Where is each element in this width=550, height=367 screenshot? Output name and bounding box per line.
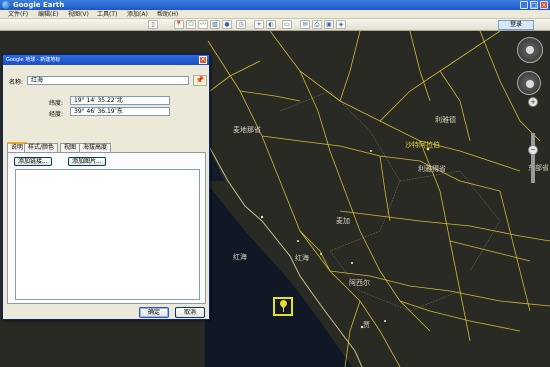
zoom-slider[interactable] (531, 133, 535, 183)
ruler-icon[interactable]: ▭ (282, 20, 292, 29)
zoom-in-button[interactable]: + (528, 97, 538, 107)
planet-icon[interactable]: ◐ (266, 20, 276, 29)
latitude-input[interactable]: 19° 14′ 35.22″北 (70, 96, 170, 105)
toolbar: ▯ 📍 ⬠ 〰 ▧ ● ◷ ☀ ◐ ▭ ✉ ⎙ ▣ ◈ 登录 (0, 19, 550, 31)
maximize-button[interactable]: □ (530, 1, 538, 9)
sun-icon[interactable]: ☀ (254, 20, 264, 29)
zoom-out-button[interactable]: − (528, 145, 538, 155)
map-label-riyadh: 利雅德 (435, 116, 456, 124)
name-label: 名称: (9, 79, 24, 86)
close-button[interactable]: × (540, 1, 548, 9)
dialog-close-button[interactable]: × (199, 56, 207, 64)
latitude-label: 纬度: (49, 100, 64, 107)
map-label-saudi-arabia: 沙特阿拉伯 (405, 141, 440, 149)
longitude-input[interactable]: 39° 46′ 36.19″东 (70, 107, 170, 116)
map-label-red-sea-west: 红海 (233, 253, 247, 261)
menu-add[interactable]: 添加(A) (127, 10, 148, 19)
menu-tools[interactable]: 工具(T) (97, 10, 117, 19)
name-input[interactable]: 红海 (27, 76, 189, 85)
maps-icon[interactable]: ◈ (336, 20, 346, 29)
move-joystick-icon (526, 80, 534, 88)
tab-style-color[interactable]: 样式/颜色 (24, 143, 59, 152)
tour-record-icon[interactable]: ● (222, 20, 232, 29)
email-icon[interactable]: ✉ (300, 20, 310, 29)
tab-altitude[interactable]: 海拔高度 (79, 143, 112, 152)
login-button[interactable]: 登录 (498, 20, 534, 30)
print-icon[interactable]: ⎙ (312, 20, 322, 29)
save-image-icon[interactable]: ▣ (324, 20, 334, 29)
map-label-makkah: 麦加 (336, 217, 350, 225)
new-placemark-dialog: Google 地球 - 新建地标 × 名称: 红海 📌 纬度: 19° 14′ … (2, 54, 210, 320)
menu-help[interactable]: 帮助(H) (157, 10, 178, 19)
polygon-tool-icon[interactable]: ⬠ (186, 20, 196, 29)
map-label-jizan: 贾 (363, 321, 370, 329)
map-label-medina: 麦地那省 (233, 126, 261, 134)
description-pane: 添加链接... 添加图片... (7, 152, 206, 304)
ok-button[interactable]: 确定 (139, 307, 169, 318)
placemark-marker[interactable] (273, 297, 293, 316)
minimize-button[interactable]: _ (520, 1, 528, 9)
window-title: Google Earth (13, 1, 65, 9)
compass-icon (526, 46, 534, 54)
path-tool-icon[interactable]: 〰 (198, 20, 208, 29)
placemark-tool-icon[interactable]: 📍 (174, 20, 184, 29)
add-image-button[interactable]: 添加图片... (68, 157, 106, 166)
window-title-bar: Google Earth _ □ × (0, 0, 550, 10)
description-textarea[interactable] (15, 169, 200, 300)
menu-bar: 文件(F) 编辑(E) 视图(V) 工具(T) 添加(A) 帮助(H) (0, 10, 550, 19)
history-icon[interactable]: ◷ (236, 20, 246, 29)
tab-view[interactable]: 视图 (60, 143, 81, 152)
menu-edit[interactable]: 编辑(E) (38, 10, 58, 19)
add-link-button[interactable]: 添加链接... (14, 157, 52, 166)
google-earth-icon (2, 1, 10, 9)
menu-file[interactable]: 文件(F) (8, 10, 28, 19)
placemark-icon-button[interactable]: 📌 (193, 75, 207, 86)
move-control[interactable] (517, 71, 541, 95)
menu-view[interactable]: 视图(V) (68, 10, 89, 19)
look-around-control[interactable] (517, 37, 543, 63)
map-label-asir: 阿西尔 (349, 279, 370, 287)
sidebar-toggle-icon[interactable]: ▯ (148, 20, 158, 29)
longitude-label: 经度: (49, 111, 64, 118)
map-label-red-sea-placemark: 红海 (295, 254, 309, 262)
cancel-button[interactable]: 取消 (175, 307, 205, 318)
dialog-title: Google 地球 - 新建地标 (3, 55, 209, 65)
overlay-tool-icon[interactable]: ▧ (210, 20, 220, 29)
map-label-riyadh-province: 利雅得省 (418, 165, 446, 173)
